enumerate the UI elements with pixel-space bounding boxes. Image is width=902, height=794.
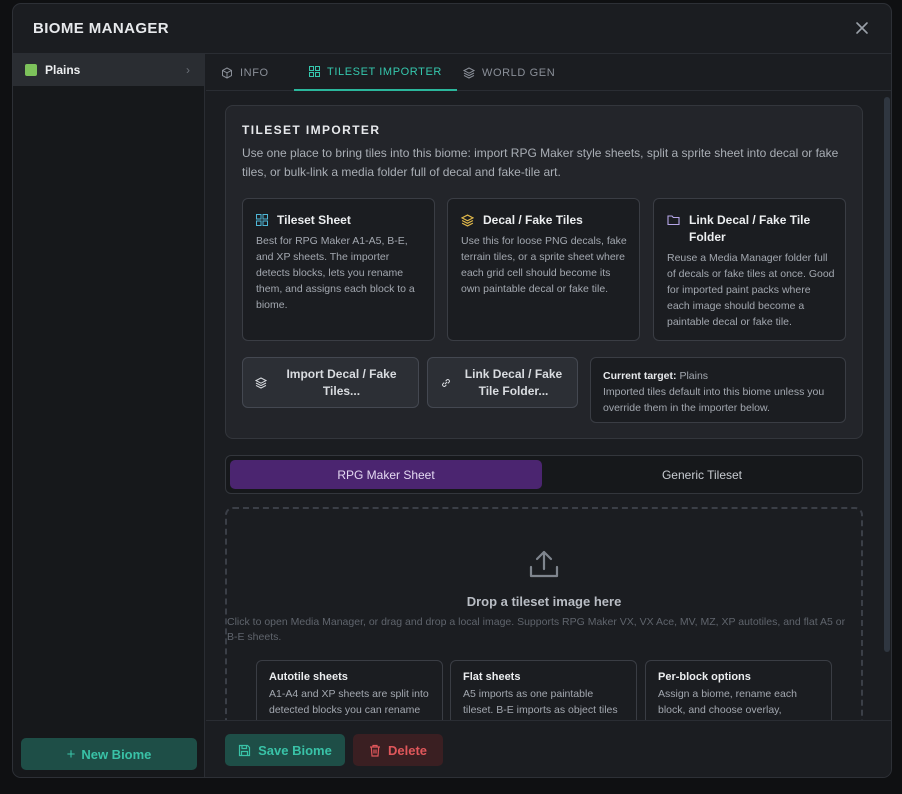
option-tileset-sheet[interactable]: Tileset Sheet Best for RPG Maker A1-A5, …	[242, 198, 435, 341]
tab-tileset-importer-label: TILESET IMPORTER	[327, 65, 442, 78]
layers-icon	[463, 66, 475, 79]
upload-icon	[529, 550, 559, 578]
option-title: Tileset Sheet	[277, 213, 351, 227]
info-card-body: Assign a biome, rename each block, and c…	[658, 688, 797, 716]
plus-icon: +	[66, 745, 76, 763]
scrollbar[interactable]	[884, 97, 890, 652]
link-folder-button[interactable]: Link Decal / Fake Tile Folder...	[427, 357, 578, 408]
dropzone-subtitle: Click to open Media Manager, or drag and…	[227, 616, 846, 643]
option-description: Reuse a Media Manager folder full of dec…	[667, 252, 835, 328]
close-icon[interactable]	[851, 17, 873, 39]
info-card-title: Per-block options	[658, 671, 751, 683]
layers-icon	[255, 377, 267, 389]
link-folder-label: Link Decal / Fake Tile Folder...	[464, 367, 563, 398]
info-card-body: A5 imports as one paintable tileset. B-E…	[463, 688, 618, 716]
info-card-flat: Flat sheets A5 imports as one paintable …	[450, 660, 637, 720]
link-icon	[442, 379, 450, 387]
delete-button[interactable]: Delete	[353, 734, 443, 766]
modal-title: BIOME MANAGER	[33, 20, 170, 37]
save-biome-button[interactable]: Save Biome	[225, 734, 345, 766]
info-card-title: Autotile sheets	[269, 671, 348, 683]
save-icon	[239, 744, 251, 756]
tab-info[interactable]: INFO	[206, 54, 284, 91]
importer-scroll-area[interactable]: TILESET IMPORTER Use one place to bring …	[206, 92, 891, 720]
tab-world-gen-label: WORLD GEN	[482, 66, 556, 79]
import-decal-button[interactable]: Import Decal / Fake Tiles...	[242, 357, 419, 408]
tileset-dropzone[interactable]: Drop a tileset image here Click to open …	[225, 507, 863, 720]
tileset-importer-card: TILESET IMPORTER Use one place to bring …	[225, 105, 863, 439]
grid-icon	[256, 214, 268, 226]
option-description: Use this for loose PNG decals, fake terr…	[461, 235, 627, 295]
biome-color-swatch	[25, 64, 37, 76]
trash-icon	[369, 744, 380, 757]
option-title: Link Decal / Fake Tile Folder	[689, 213, 811, 244]
importer-heading: TILESET IMPORTER	[242, 123, 381, 137]
option-description: Best for RPG Maker A1-A5, B-E, and XP sh…	[256, 235, 415, 311]
cube-icon	[222, 66, 232, 79]
biome-manager-modal: BIOME MANAGER Plains › + New Biome INFO …	[12, 3, 892, 778]
current-target-note: Imported tiles default into this biome u…	[603, 386, 825, 414]
info-card-autotile: Autotile sheets A1-A4 and XP sheets are …	[256, 660, 443, 720]
layers-icon	[461, 214, 474, 227]
current-target-value: Plains	[679, 370, 709, 382]
importer-description: Use one place to bring tiles into this b…	[242, 146, 839, 179]
chevron-right-icon: ›	[186, 63, 190, 77]
info-card-title: Flat sheets	[463, 671, 521, 683]
option-decal-fake-tiles[interactable]: Decal / Fake Tiles Use this for loose PN…	[447, 198, 640, 341]
tab-bar: INFO TILESET IMPORTER WORLD GEN	[206, 54, 891, 91]
new-biome-label: New Biome	[81, 746, 152, 762]
current-target-panel: Current target: Plains Imported tiles de…	[590, 357, 846, 423]
biome-sidebar: Plains › + New Biome	[13, 54, 205, 777]
modal-footer: Save Biome Delete	[206, 720, 891, 777]
import-decal-label: Import Decal / Fake Tiles...	[286, 367, 397, 398]
current-target-label: Current target:	[603, 370, 677, 382]
info-card-body: A1-A4 and XP sheets are split into detec…	[269, 688, 429, 716]
tab-tileset-importer[interactable]: TILESET IMPORTER	[294, 54, 457, 91]
main-panel: INFO TILESET IMPORTER WORLD GEN TILESET …	[206, 54, 891, 777]
sheet-type-toggle: RPG Maker Sheet Generic Tileset	[225, 455, 863, 494]
sidebar-item-label: Plains	[45, 63, 81, 77]
rpg-maker-sheet-button[interactable]: RPG Maker Sheet	[230, 460, 542, 489]
new-biome-button[interactable]: + New Biome	[21, 738, 197, 770]
option-link-folder[interactable]: Link Decal / Fake Tile Folder Reuse a Me…	[653, 198, 846, 341]
grid-icon	[309, 66, 320, 77]
generic-tileset-button[interactable]: Generic Tileset	[546, 460, 858, 489]
dropzone-title: Drop a tileset image here	[466, 594, 622, 609]
sidebar-item-plains[interactable]: Plains ›	[13, 54, 204, 86]
save-biome-label: Save Biome	[258, 742, 332, 758]
tab-info-label: INFO	[240, 66, 269, 79]
info-card-per-block: Per-block options Assign a biome, rename…	[645, 660, 832, 720]
tab-world-gen[interactable]: WORLD GEN	[448, 54, 570, 91]
modal-header: BIOME MANAGER	[13, 4, 891, 54]
delete-label: Delete	[387, 742, 428, 758]
option-title: Decal / Fake Tiles	[483, 213, 583, 227]
folder-icon	[667, 215, 680, 226]
